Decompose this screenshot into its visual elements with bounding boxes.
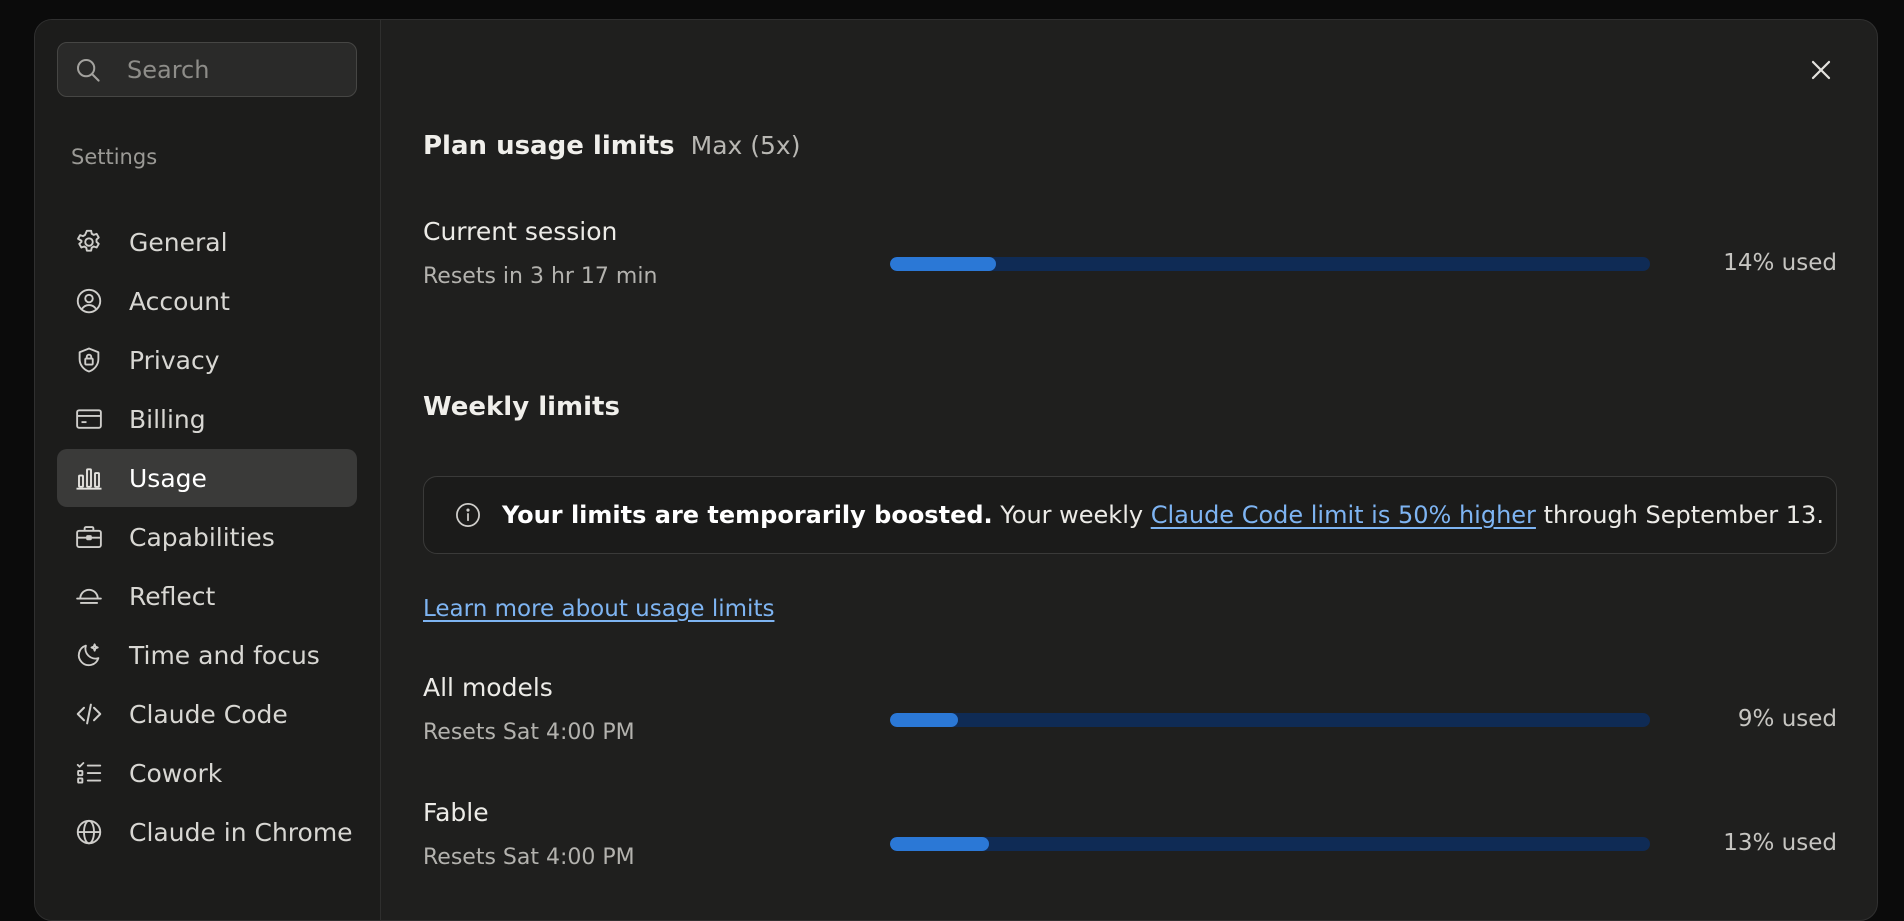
settings-nav: General Account Privacy Billing Usage Ca… — [57, 213, 357, 862]
info-icon — [454, 501, 482, 529]
usage-progress-bar — [890, 713, 1650, 727]
sidebar-item-label: Claude Code — [129, 699, 288, 729]
sidebar-item-general[interactable]: General — [57, 213, 357, 271]
sidebar-item-privacy[interactable]: Privacy — [57, 331, 357, 389]
banner-bold-text: Your limits are temporarily boosted. — [502, 501, 993, 529]
usage-percent: 14% used — [1723, 250, 1837, 276]
search-box[interactable] — [57, 42, 429, 97]
shield-lock-icon — [73, 344, 105, 376]
sidebar-item-reflect[interactable]: Reflect — [57, 567, 357, 625]
user-circle-icon — [73, 285, 105, 317]
usage-row-all-models: All models Resets Sat 4:00 PM 9% used — [423, 673, 1837, 763]
settings-section-label: Settings — [71, 145, 158, 169]
page-title: Plan usage limits — [423, 131, 675, 161]
sidebar-item-label: Capabilities — [129, 522, 275, 552]
usage-progress-bar — [890, 257, 1650, 271]
moon-star-icon — [73, 639, 105, 671]
plan-usage-header: Plan usage limits Max (5x) — [423, 131, 800, 161]
sidebar-item-account[interactable]: Account — [57, 272, 357, 330]
banner-link[interactable]: Claude Code limit is 50% higher — [1151, 501, 1536, 529]
sidebar-item-label: Account — [129, 286, 230, 316]
checklist-icon — [73, 757, 105, 789]
horizon-icon — [73, 580, 105, 612]
sidebar-item-label: Billing — [129, 404, 206, 434]
globe-icon — [73, 816, 105, 848]
close-icon[interactable] — [1805, 54, 1837, 86]
usage-percent: 9% used — [1737, 706, 1837, 732]
sidebar-item-label: Usage — [129, 463, 207, 493]
usage-progress-fill — [890, 713, 959, 727]
sidebar-item-billing[interactable]: Billing — [57, 390, 357, 448]
usage-panel: Plan usage limits Max (5x) Current sessi… — [381, 20, 1877, 920]
sidebar-item-label: Claude in Chrome — [129, 817, 353, 847]
sidebar-item-capabilities[interactable]: Capabilities — [57, 508, 357, 566]
usage-row-title: All models — [423, 673, 553, 702]
usage-progress-fill — [890, 257, 997, 271]
briefcase-icon — [73, 521, 105, 553]
usage-row-title: Fable — [423, 798, 489, 827]
learn-more-link[interactable]: Learn more about usage limits — [423, 596, 774, 622]
plan-badge: Max (5x) — [690, 131, 801, 160]
sidebar-item-label: Reflect — [129, 581, 216, 611]
usage-row-reset: Resets in 3 hr 17 min — [423, 264, 658, 289]
banner-text-before: Your weekly — [1000, 501, 1144, 529]
usage-row-title: Current session — [423, 217, 618, 246]
sidebar-item-label: General — [129, 227, 228, 257]
settings-sidebar: Settings General Account Privacy — [35, 20, 429, 920]
sidebar-item-cowork[interactable]: Cowork — [57, 744, 357, 802]
usage-row-current-session: Current session Resets in 3 hr 17 min 14… — [423, 217, 1837, 307]
weekly-limits-heading: Weekly limits — [423, 392, 620, 422]
code-icon — [73, 698, 105, 730]
usage-row-fable: Fable Resets Sat 4:00 PM 13% used — [423, 798, 1837, 888]
sidebar-item-claude-in-chrome[interactable]: Claude in Chrome — [57, 803, 357, 861]
gear-icon — [73, 226, 105, 258]
sidebar-item-label: Privacy — [129, 345, 220, 375]
usage-row-reset: Resets Sat 4:00 PM — [423, 845, 635, 870]
usage-row-reset: Resets Sat 4:00 PM — [423, 720, 635, 745]
usage-percent: 13% used — [1723, 830, 1837, 856]
sidebar-item-claude-code[interactable]: Claude Code — [57, 685, 357, 743]
banner-text-after: through September 13. — [1543, 501, 1824, 529]
sidebar-item-usage[interactable]: Usage — [57, 449, 357, 507]
settings-modal: Settings General Account Privacy — [34, 19, 1878, 921]
sidebar-item-label: Time and focus — [129, 640, 320, 670]
usage-progress-bar — [890, 837, 1650, 851]
credit-card-icon — [73, 403, 105, 435]
usage-progress-fill — [890, 837, 989, 851]
bar-chart-icon — [73, 462, 105, 494]
sidebar-item-time-and-focus[interactable]: Time and focus — [57, 626, 357, 684]
search-icon — [73, 53, 103, 87]
boost-banner: Your limits are temporarily boosted. You… — [423, 476, 1837, 554]
sidebar-item-label: Cowork — [129, 758, 223, 788]
